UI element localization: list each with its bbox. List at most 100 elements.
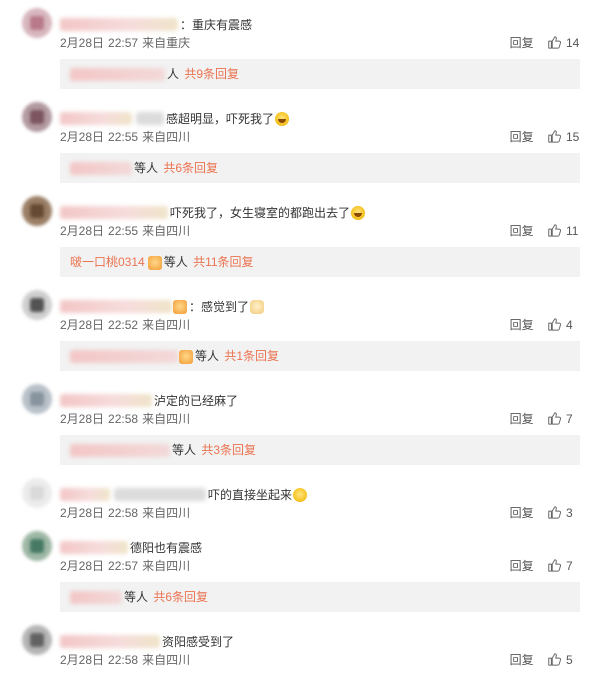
reply-users-suffix: 等人: [124, 590, 149, 604]
username-blurred: [114, 488, 206, 502]
avatar[interactable]: [22, 384, 52, 414]
thumbs-up-icon[interactable]: [547, 652, 561, 666]
reply-summary[interactable]: 啵一口桃0314 等人 共11条回复: [60, 247, 580, 277]
like-count: 5: [566, 653, 573, 667]
reply-button[interactable]: 回复: [510, 36, 534, 50]
reply-summary[interactable]: 等人 共6条回复: [60, 582, 580, 612]
thumbs-up-icon[interactable]: [547, 35, 561, 49]
like-count: 11: [566, 224, 579, 238]
thumbs-up-icon[interactable]: [547, 411, 561, 425]
reply-users-suffix: 等人: [163, 255, 188, 269]
thumbs-up-icon[interactable]: [547, 558, 561, 572]
comment-location: 来自四川: [142, 224, 191, 238]
comment-time: 22:58: [108, 506, 139, 520]
avatar[interactable]: [22, 625, 52, 655]
reply-first-user-link[interactable]: 啵一口桃0314: [70, 255, 145, 269]
reply-users-suffix: 等人: [195, 349, 220, 363]
comment-time: 22:58: [108, 653, 139, 667]
comment-location: 来自四川: [142, 412, 191, 426]
reply-total-link[interactable]: 共9条回复: [184, 67, 239, 81]
reply-total-link[interactable]: 共6条回复: [153, 590, 208, 604]
reply-summary[interactable]: 等人 共3条回复: [60, 435, 580, 465]
avatar[interactable]: [22, 290, 52, 320]
avatar[interactable]: [22, 196, 52, 226]
like-count: 7: [566, 559, 573, 573]
comment-date: 2月28日: [60, 130, 105, 144]
thumbs-up-icon[interactable]: [547, 129, 561, 143]
comment-location: 来自四川: [142, 653, 191, 667]
comment-time: 22:52: [108, 318, 139, 332]
reply-summary[interactable]: 等人 共1条回复: [60, 341, 580, 371]
thumbs-up-icon[interactable]: [547, 505, 561, 519]
reply-button[interactable]: 回复: [510, 412, 534, 426]
thumbs-up-icon[interactable]: [547, 317, 561, 331]
badge-icon: [179, 349, 193, 364]
avatar[interactable]: [22, 8, 52, 38]
comment-text: ：感觉到了: [189, 300, 250, 315]
comment-item: 资阳感受到了 2月28日 22:58 来自四川 回复 5: [0, 625, 600, 675]
reply-button[interactable]: 回复: [510, 506, 534, 520]
comment-text: 吓死我了，女生寝室的都跑出去了: [170, 206, 351, 221]
username-blurred[interactable]: [60, 394, 152, 408]
crying-face-icon: [275, 111, 290, 126]
reply-users-blurred: [70, 350, 178, 364]
like-count: 7: [566, 412, 573, 426]
reply-total-link[interactable]: 共1条回复: [224, 349, 279, 363]
thumbs-up-icon[interactable]: [547, 223, 561, 237]
username-blurred[interactable]: [60, 635, 160, 649]
reply-summary[interactable]: 人 共9条回复: [60, 59, 580, 89]
username-blurred[interactable]: [60, 112, 132, 126]
comment-item: 德阳也有震感 2月28日 22:57 来自四川 回复 7: [0, 531, 600, 581]
comment-time: 22:57: [108, 559, 139, 573]
comment-item: ：感觉到了 2月28日 22:52 来自四川 回复 4: [0, 290, 600, 340]
reply-total-link[interactable]: 共3条回复: [201, 443, 256, 457]
comment-location: 来自重庆: [142, 36, 191, 50]
comment-location: 来自四川: [142, 130, 191, 144]
comment-time: 22:55: [108, 224, 139, 238]
reply-summary[interactable]: 等人 共6条回复: [60, 153, 580, 183]
comment-location: 来自四川: [142, 506, 191, 520]
reply-button[interactable]: 回复: [510, 224, 534, 238]
reply-button[interactable]: 回复: [510, 130, 534, 144]
like-count: 4: [566, 318, 573, 332]
reply-users-suffix: 等人: [134, 161, 159, 175]
reply-total-link[interactable]: 共11条回复: [193, 255, 253, 269]
username-blurred[interactable]: [60, 541, 128, 555]
username-blurred[interactable]: [60, 300, 172, 314]
badge-icon: [173, 299, 187, 314]
crown-badge-icon: [147, 255, 162, 270]
comment-time: 22:55: [108, 130, 139, 144]
comment-time: 22:58: [108, 412, 139, 426]
comment-date: 2月28日: [60, 318, 105, 332]
comment-text: 吓的直接坐起来: [208, 488, 293, 503]
comment-text: 感超明显，吓死我了: [166, 112, 275, 127]
reply-total-link[interactable]: 共6条回复: [163, 161, 218, 175]
like-count: 15: [566, 130, 580, 144]
comment-location: 来自四川: [142, 559, 191, 573]
dog-face-icon: [250, 299, 265, 314]
username-blurred[interactable]: [60, 206, 168, 220]
reply-button[interactable]: 回复: [510, 559, 534, 573]
comment-date: 2月28日: [60, 412, 105, 426]
comment-date: 2月28日: [60, 559, 105, 573]
avatar[interactable]: [22, 478, 52, 508]
avatar[interactable]: [22, 531, 52, 561]
reply-users-blurred: [70, 591, 122, 605]
comment-date: 2月28日: [60, 36, 105, 50]
like-count: 14: [566, 36, 580, 50]
reply-users-blurred: [70, 444, 170, 458]
crying-face-icon: [351, 205, 366, 220]
comment-item: 吓的直接坐起来 2月28日 22:58 来自四川 回复 3: [0, 478, 600, 528]
reply-button[interactable]: 回复: [510, 653, 534, 667]
username-blurred[interactable]: [60, 18, 178, 32]
comment-text: 资阳感受到了: [162, 635, 235, 650]
reply-button[interactable]: 回复: [510, 318, 534, 332]
username-blurred[interactable]: [60, 488, 110, 502]
comment-text: 德阳也有震感: [130, 541, 203, 556]
comment-date: 2月28日: [60, 506, 105, 520]
avatar[interactable]: [22, 102, 52, 132]
reply-users-suffix: 等人: [172, 443, 197, 457]
comment-text: ：重庆有震感: [180, 18, 253, 33]
reply-users-suffix: 人: [167, 67, 180, 81]
comment-item: 泸定的已经麻了 2月28日 22:58 来自四川 回复 7: [0, 384, 600, 434]
